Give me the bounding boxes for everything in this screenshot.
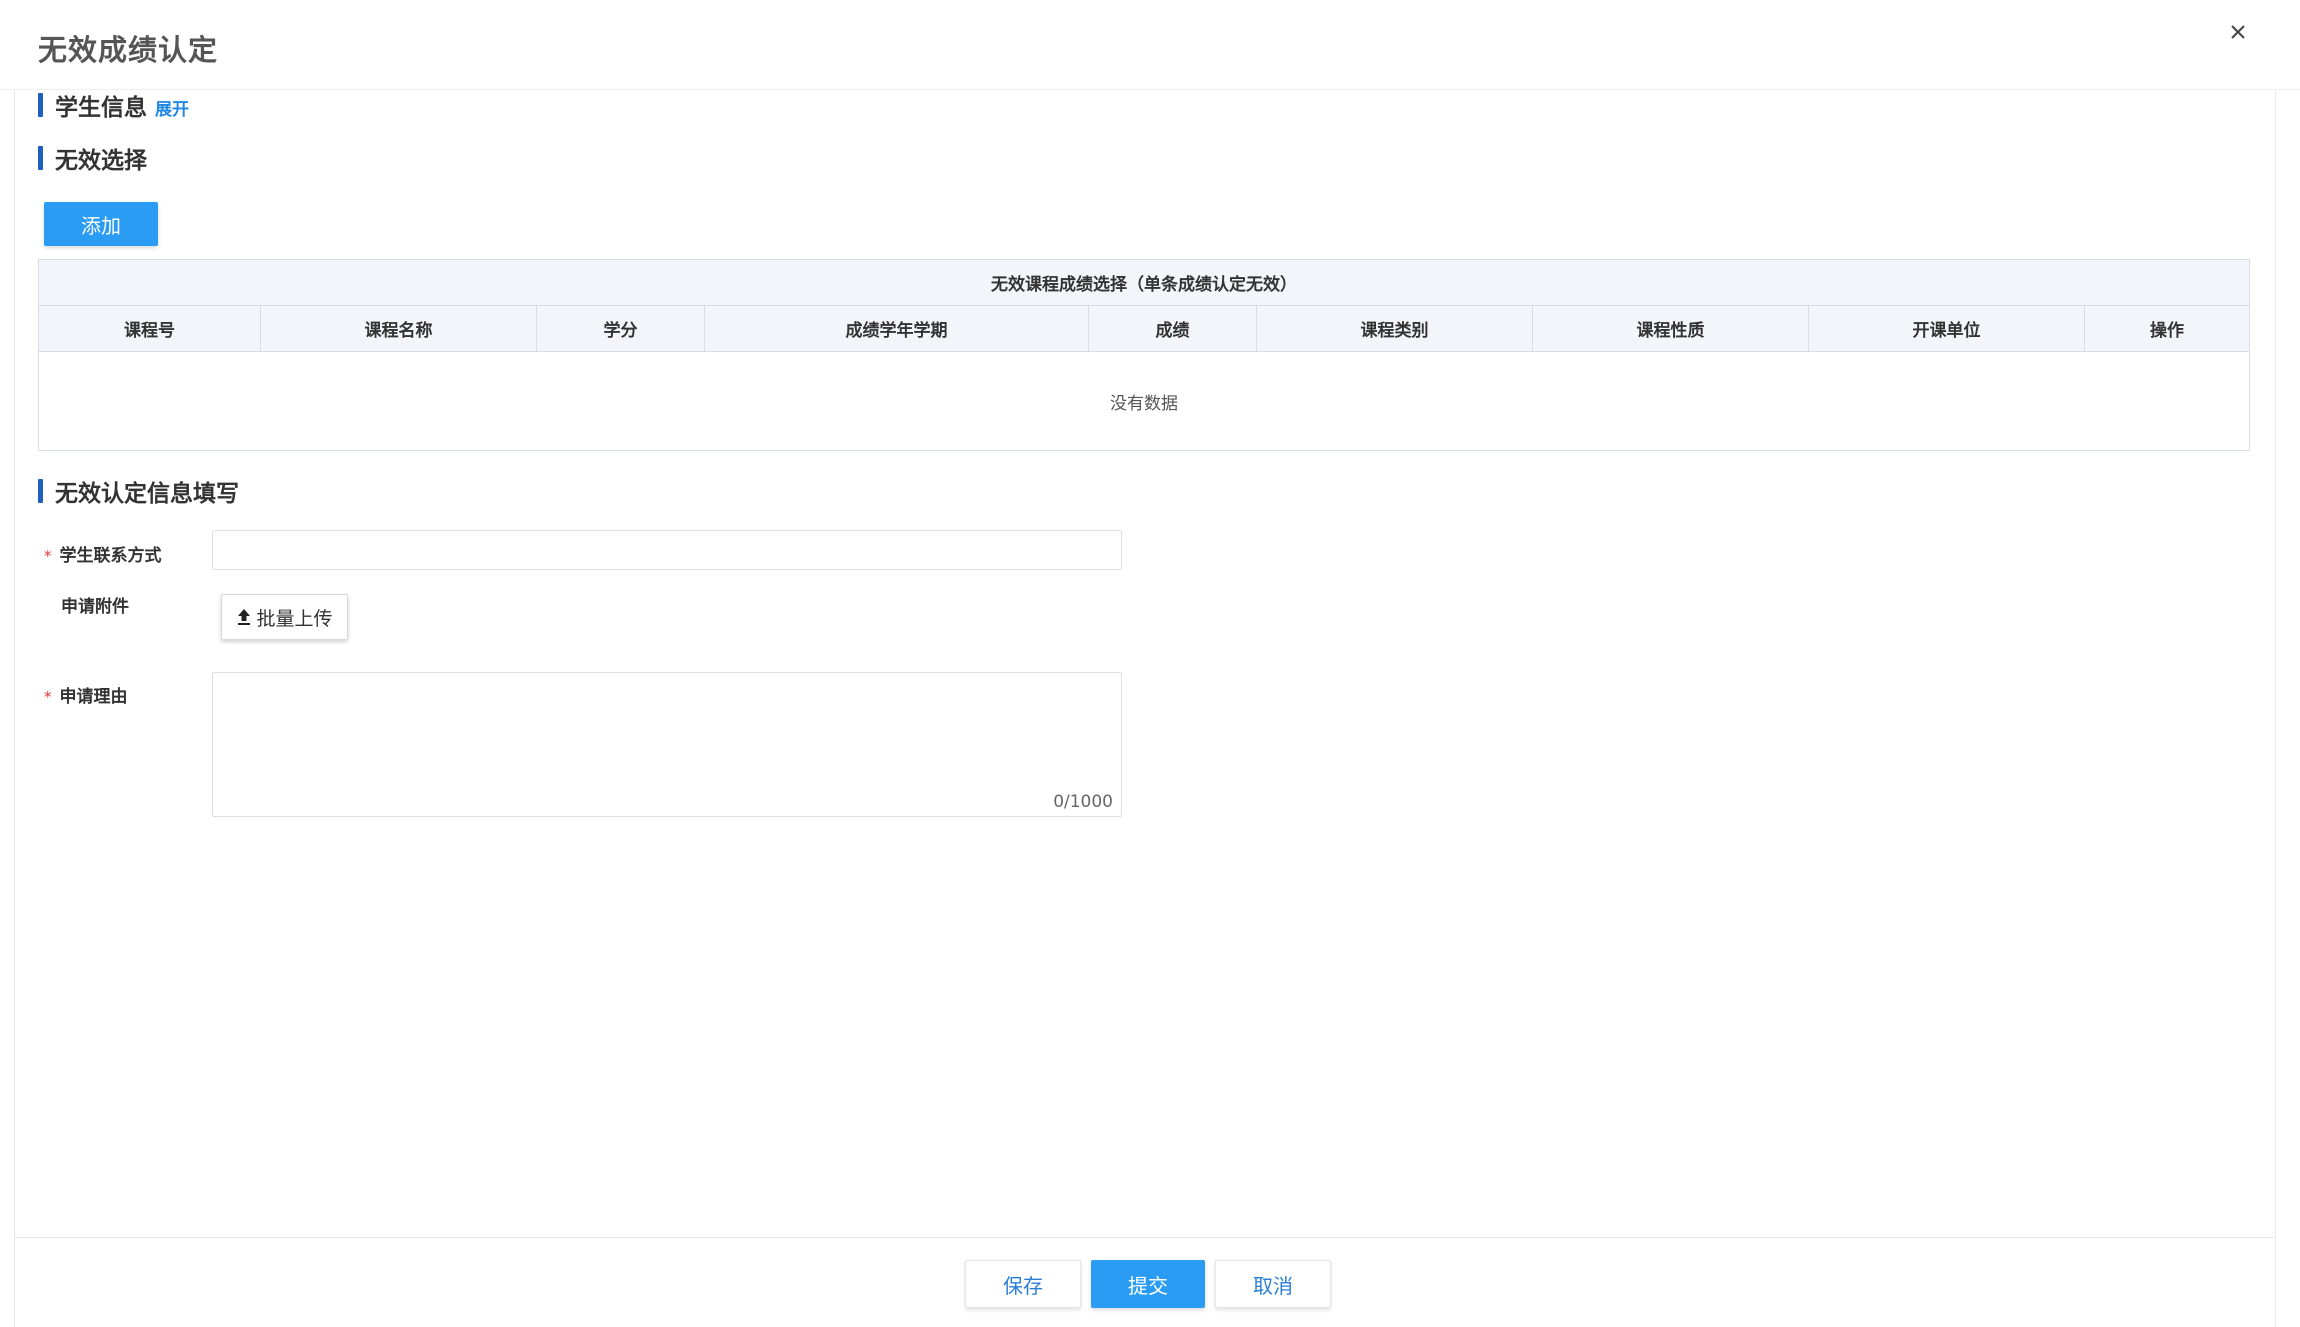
grid-header-row: 课程号 课程名称 学分 成绩学年学期 成绩 课程类别 课程性质 开课单位 操作 (39, 306, 2249, 352)
column-header-department[interactable]: 开课单位 (1809, 306, 2085, 351)
close-button[interactable] (2222, 16, 2254, 48)
dialog-title: 无效成绩认定 (38, 33, 219, 67)
section-student-info: 学生信息 展开 (38, 90, 189, 121)
contact-label: * 学生联系方式 (44, 541, 162, 566)
column-header-course-nature[interactable]: 课程性质 (1533, 306, 1809, 351)
section-fill-info: 无效认定信息填写 (38, 476, 239, 507)
section-title-fill-info: 无效认定信息填写 (55, 481, 239, 507)
column-header-term[interactable]: 成绩学年学期 (705, 306, 1089, 351)
column-header-score[interactable]: 成绩 (1089, 306, 1257, 351)
grid-empty-message: 没有数据 (1110, 393, 1178, 414)
required-mark: * (44, 688, 52, 706)
column-header-course-name[interactable]: 课程名称 (261, 306, 537, 351)
batch-upload-label: 批量上传 (256, 607, 333, 630)
contact-input[interactable] (212, 530, 1122, 570)
column-header-credit[interactable]: 学分 (537, 306, 705, 351)
section-title-invalid-select: 无效选择 (55, 148, 147, 174)
reason-label: * 申请理由 (44, 682, 128, 707)
reason-char-count: 0/1000 (1053, 792, 1113, 812)
invalid-course-grid: 无效课程成绩选择（单条成绩认定无效） 课程号 课程名称 学分 成绩学年学期 成绩… (38, 259, 2250, 451)
add-button[interactable]: 添加 (44, 202, 158, 246)
section-title-student-info: 学生信息 (55, 95, 147, 121)
section-bar (38, 93, 43, 117)
section-invalid-select: 无效选择 (38, 143, 147, 174)
batch-upload-button[interactable]: 批量上传 (221, 594, 348, 640)
dialog-header: 无效成绩认定 (0, 0, 2300, 90)
reason-label-text: 申请理由 (59, 687, 128, 707)
attachment-label: 申请附件 (61, 597, 129, 617)
column-header-course-category[interactable]: 课程类别 (1257, 306, 1533, 351)
column-header-course-id[interactable]: 课程号 (39, 306, 261, 351)
invalid-grade-dialog: 无效成绩认定 学生信息 展开 无效选择 添加 无效课程成绩选择（单条成绩认定无效… (0, 0, 2300, 1327)
column-header-actions: 操作 (2150, 321, 2184, 341)
submit-button[interactable]: 提交 (1091, 1260, 1205, 1308)
reason-textarea[interactable]: 0/1000 (212, 672, 1122, 817)
expand-link[interactable]: 展开 (155, 95, 189, 120)
section-bar (38, 146, 43, 170)
contact-label-text: 学生联系方式 (59, 546, 162, 566)
close-icon (2231, 25, 2245, 39)
section-bar (38, 479, 43, 503)
cancel-button[interactable]: 取消 (1215, 1260, 1331, 1308)
save-button[interactable]: 保存 (965, 1260, 1081, 1308)
upload-icon (238, 609, 251, 625)
required-mark: * (44, 547, 52, 565)
grid-caption: 无效课程成绩选择（单条成绩认定无效） (39, 260, 2249, 306)
